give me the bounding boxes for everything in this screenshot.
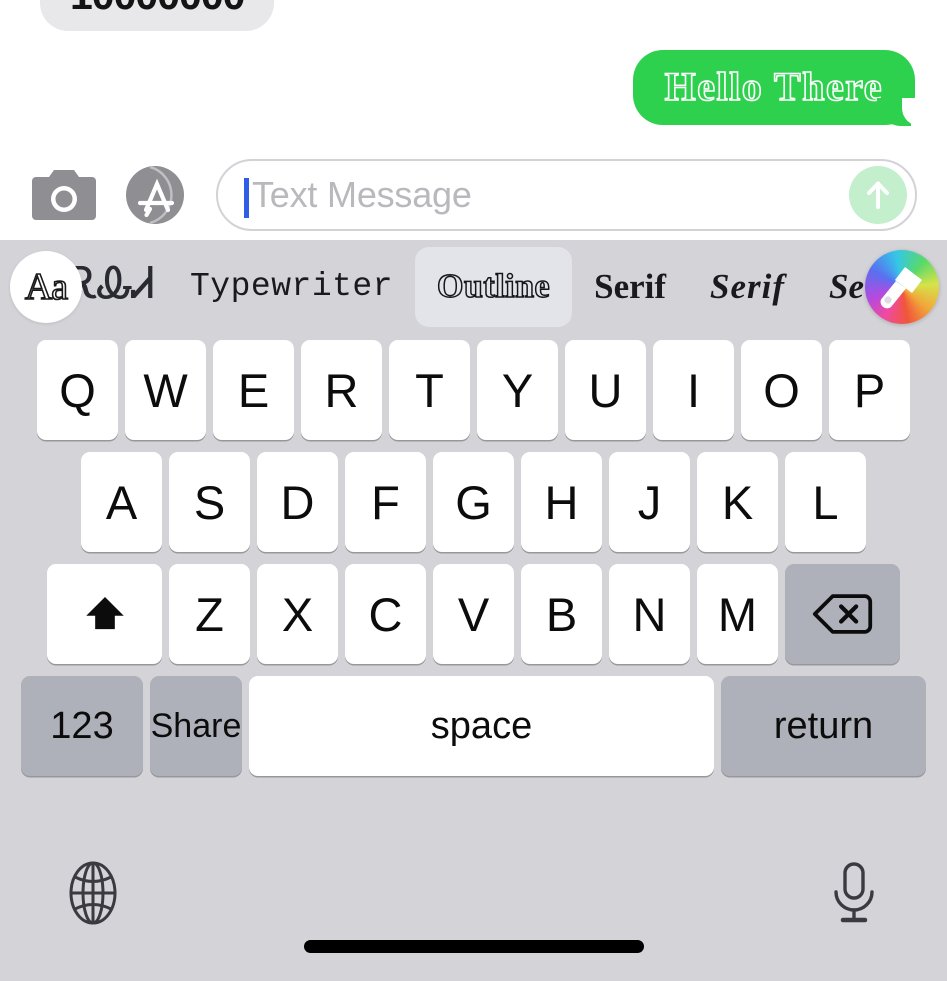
key-g[interactable]: G xyxy=(433,452,514,552)
incoming-message-bubble[interactable]: 10000000 xyxy=(40,0,275,32)
aa-label: Aa xyxy=(24,265,69,309)
key-m[interactable]: M xyxy=(697,564,778,664)
backspace-delete-icon xyxy=(812,594,872,634)
outgoing-message-container: Hello There xyxy=(632,50,924,126)
numbers-key[interactable]: 123 xyxy=(21,676,143,776)
font-option-label: Serif xyxy=(594,266,667,306)
key-s[interactable]: S xyxy=(169,452,250,552)
font-option-serif-italic[interactable]: Serif xyxy=(688,247,807,327)
backspace-key[interactable] xyxy=(785,564,900,664)
font-options-list: Typewriter Outline Serif Serif Se xyxy=(168,240,886,333)
font-option-label: Se xyxy=(829,266,865,306)
key-b[interactable]: B xyxy=(521,564,602,664)
key-w[interactable]: W xyxy=(125,340,206,440)
key-y[interactable]: Y xyxy=(477,340,558,440)
messages-app-screen: 10000000 Hello There xyxy=(0,0,947,981)
key-k[interactable]: K xyxy=(697,452,778,552)
key-p[interactable]: P xyxy=(829,340,910,440)
keyboard-row-2: A S D F G H J K L xyxy=(0,440,947,552)
font-option-serif-bold[interactable]: Serif xyxy=(572,247,688,327)
key-z[interactable]: Z xyxy=(169,564,250,664)
font-option-label: Typewriter xyxy=(190,268,394,305)
key-i[interactable]: I xyxy=(653,340,734,440)
globe-language-icon[interactable] xyxy=(58,858,128,928)
key-n[interactable]: N xyxy=(609,564,690,664)
keyboard-row-1: Q W E R T Y U I O P xyxy=(0,333,947,440)
key-j[interactable]: J xyxy=(609,452,690,552)
outgoing-message-text: Hello There xyxy=(664,63,883,110)
text-field-placeholder: Text Message xyxy=(252,174,472,215)
key-h[interactable]: H xyxy=(521,452,602,552)
key-c[interactable]: C xyxy=(345,564,426,664)
conversation-thread: 10000000 Hello There xyxy=(0,0,947,150)
keyboard-row-4: 123 Share space return xyxy=(0,664,947,776)
key-o[interactable]: O xyxy=(741,340,822,440)
key-v[interactable]: V xyxy=(433,564,514,664)
key-d[interactable]: D xyxy=(257,452,338,552)
font-option-outline[interactable]: Outline xyxy=(415,246,573,327)
message-text-field[interactable]: Text Message xyxy=(216,159,917,231)
font-option-typewriter[interactable]: Typewriter xyxy=(168,247,415,327)
key-q[interactable]: Q xyxy=(37,340,118,440)
font-effects-strip: Aa ᎡᎲᏗ Typewriter Outline Serif Serif Se xyxy=(0,240,947,333)
home-indicator-bar[interactable] xyxy=(303,940,644,953)
font-style-aa-button[interactable]: Aa xyxy=(10,251,82,323)
font-option-label: Outline xyxy=(436,267,551,306)
shift-key[interactable] xyxy=(47,564,162,664)
key-r[interactable]: R xyxy=(301,340,382,440)
key-a[interactable]: A xyxy=(81,452,162,552)
key-e[interactable]: E xyxy=(213,340,294,440)
microphone-icon[interactable] xyxy=(819,858,889,928)
keyboard-row-3: Z X C V B N M xyxy=(0,552,947,664)
send-button[interactable] xyxy=(849,166,907,224)
outgoing-bubble-tail xyxy=(877,98,924,126)
share-key[interactable]: Share xyxy=(150,676,242,776)
shift-arrow-up-icon xyxy=(85,597,124,630)
font-option-label: Serif xyxy=(710,266,786,306)
incoming-message-text: 10000000 xyxy=(70,0,245,18)
message-input-toolbar: Text Message xyxy=(0,150,947,240)
send-arrow-up-icon xyxy=(867,181,889,209)
key-f[interactable]: F xyxy=(345,452,426,552)
space-key[interactable]: space xyxy=(249,676,714,776)
key-l[interactable]: L xyxy=(785,452,866,552)
key-t[interactable]: T xyxy=(389,340,470,440)
text-cursor xyxy=(244,178,249,218)
camera-icon[interactable] xyxy=(30,168,98,222)
return-key[interactable]: return xyxy=(721,676,926,776)
paintbrush-effects-icon[interactable] xyxy=(865,250,939,324)
outgoing-message-bubble[interactable]: Hello There xyxy=(632,50,924,126)
app-store-icon[interactable] xyxy=(124,162,190,228)
key-u[interactable]: U xyxy=(565,340,646,440)
keyboard-bottom-bar xyxy=(0,836,947,981)
key-x[interactable]: X xyxy=(257,564,338,664)
